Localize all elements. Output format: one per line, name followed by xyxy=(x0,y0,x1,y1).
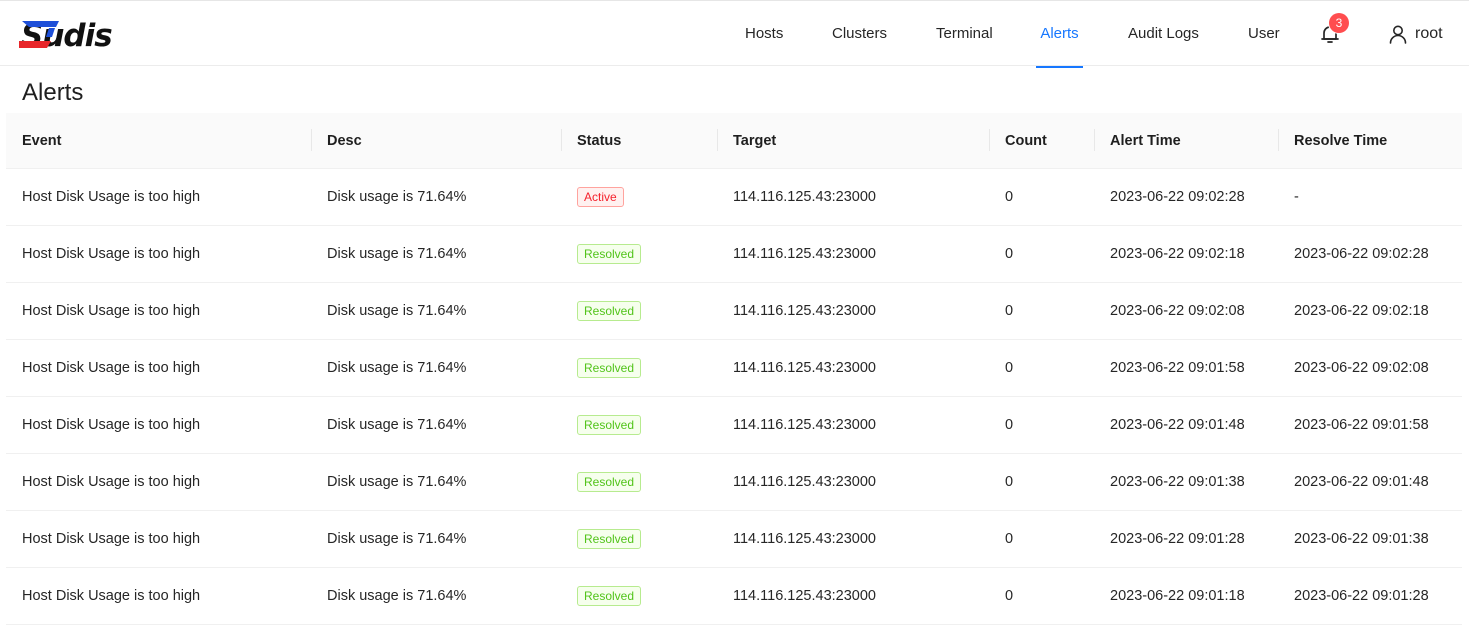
count-cell: 0 xyxy=(989,510,1094,568)
desc-cell: Disk usage is 71.64% xyxy=(311,396,561,454)
resolve-time-cell: 2023-06-22 09:02:08 xyxy=(1278,339,1462,397)
resolve-time-cell: 2023-06-22 09:01:58 xyxy=(1278,396,1462,454)
desc-cell: Disk usage is 71.64% xyxy=(311,453,561,511)
alert-time-cell: 2023-06-22 09:01:38 xyxy=(1094,453,1278,511)
event-cell: Host Disk Usage is too high xyxy=(6,510,311,568)
nav-clusters[interactable]: Clusters xyxy=(832,1,887,67)
status-badge: Resolved xyxy=(577,472,642,492)
table-row[interactable]: Host Disk Usage is too high Disk usage is… xyxy=(6,282,1462,340)
event-cell: Host Disk Usage is too high xyxy=(6,225,311,283)
resolve-time-cell: 2023-06-22 09:02:18 xyxy=(1278,282,1462,340)
status-badge: Resolved xyxy=(577,529,642,549)
column-header-alert-time[interactable]: Alert Time xyxy=(1094,113,1278,169)
status-badge: Resolved xyxy=(577,415,642,435)
table-row[interactable]: Host Disk Usage is too high Disk usage is… xyxy=(6,453,1462,511)
nav-alerts[interactable]: Alerts xyxy=(1036,1,1083,68)
desc-cell: Disk usage is 71.64% xyxy=(311,567,561,625)
nav-audit-logs[interactable]: Audit Logs xyxy=(1128,1,1199,67)
alerts-table-body: Host Disk Usage is too high Disk usage is… xyxy=(6,168,1462,625)
resolve-time-cell: 2023-06-22 09:01:48 xyxy=(1278,453,1462,511)
count-cell: 0 xyxy=(989,339,1094,397)
column-header-resolve-time[interactable]: Resolve Time xyxy=(1278,113,1462,169)
status-badge: Resolved xyxy=(577,244,642,264)
desc-cell: Disk usage is 71.64% xyxy=(311,225,561,283)
count-cell: 0 xyxy=(989,282,1094,340)
event-cell: Host Disk Usage is too high xyxy=(6,453,311,511)
event-cell: Host Disk Usage is too high xyxy=(6,567,311,625)
table-header-row: Event Desc Status Target Count Alert Tim… xyxy=(6,113,1462,169)
status-badge: Resolved xyxy=(577,301,642,321)
status-badge: Resolved xyxy=(577,586,642,606)
status-cell: Resolved xyxy=(561,396,717,454)
alert-time-cell: 2023-06-22 09:02:08 xyxy=(1094,282,1278,340)
target-cell: 114.116.125.43:23000 xyxy=(717,168,989,226)
event-cell: Host Disk Usage is too high xyxy=(6,282,311,340)
column-header-desc[interactable]: Desc xyxy=(311,113,561,169)
resolve-time-cell: - xyxy=(1278,168,1462,226)
status-badge: Active xyxy=(577,187,624,207)
status-cell: Resolved xyxy=(561,510,717,568)
event-cell: Host Disk Usage is too high xyxy=(6,396,311,454)
target-cell: 114.116.125.43:23000 xyxy=(717,453,989,511)
page-title: Alerts xyxy=(22,79,84,106)
alert-time-cell: 2023-06-22 09:01:48 xyxy=(1094,396,1278,454)
status-badge: Resolved xyxy=(577,358,642,378)
user-name: root xyxy=(1415,25,1443,42)
alert-time-cell: 2023-06-22 09:02:18 xyxy=(1094,225,1278,283)
table-row[interactable]: Host Disk Usage is too high Disk usage is… xyxy=(6,339,1462,397)
count-cell: 0 xyxy=(989,396,1094,454)
resolve-time-cell: 2023-06-22 09:02:28 xyxy=(1278,225,1462,283)
status-cell: Resolved xyxy=(561,225,717,283)
column-header-target[interactable]: Target xyxy=(717,113,989,169)
count-cell: 0 xyxy=(989,567,1094,625)
target-cell: 114.116.125.43:23000 xyxy=(717,510,989,568)
nav-terminal[interactable]: Terminal xyxy=(936,1,993,67)
desc-cell: Disk usage is 71.64% xyxy=(311,510,561,568)
count-cell: 0 xyxy=(989,225,1094,283)
target-cell: 114.116.125.43:23000 xyxy=(717,282,989,340)
alert-time-cell: 2023-06-22 09:01:58 xyxy=(1094,339,1278,397)
desc-cell: Disk usage is 71.64% xyxy=(311,168,561,226)
table-row[interactable]: Host Disk Usage is too high Disk usage is… xyxy=(6,396,1462,454)
notification-badge: 3 xyxy=(1329,13,1349,33)
count-cell: 0 xyxy=(989,168,1094,226)
alert-time-cell: 2023-06-22 09:01:18 xyxy=(1094,567,1278,625)
target-cell: 114.116.125.43:23000 xyxy=(717,567,989,625)
alert-time-cell: 2023-06-22 09:01:28 xyxy=(1094,510,1278,568)
table-row[interactable]: Host Disk Usage is too high Disk usage is… xyxy=(6,510,1462,568)
status-cell: Active xyxy=(561,168,717,226)
alert-time-cell: 2023-06-22 09:02:28 xyxy=(1094,168,1278,226)
resolve-time-cell: 2023-06-22 09:01:28 xyxy=(1278,567,1462,625)
nav-hosts[interactable]: Hosts xyxy=(745,1,783,67)
status-cell: Resolved xyxy=(561,339,717,397)
event-cell: Host Disk Usage is too high xyxy=(6,168,311,226)
main-nav: Hosts Clusters Terminal Alerts Audit Log… xyxy=(0,1,1469,68)
alerts-table: Event Desc Status Target Count Alert Tim… xyxy=(6,113,1462,625)
column-header-event[interactable]: Event xyxy=(6,113,311,169)
status-cell: Resolved xyxy=(561,453,717,511)
event-cell: Host Disk Usage is too high xyxy=(6,339,311,397)
target-cell: 114.116.125.43:23000 xyxy=(717,225,989,283)
status-cell: Resolved xyxy=(561,567,717,625)
user-icon xyxy=(1389,25,1407,44)
desc-cell: Disk usage is 71.64% xyxy=(311,282,561,340)
target-cell: 114.116.125.43:23000 xyxy=(717,396,989,454)
top-navigation-bar: Sudis Hosts Clusters Terminal Alerts Aud… xyxy=(0,0,1469,68)
count-cell: 0 xyxy=(989,453,1094,511)
resolve-time-cell: 2023-06-22 09:01:38 xyxy=(1278,510,1462,568)
column-header-status[interactable]: Status xyxy=(561,113,717,169)
desc-cell: Disk usage is 71.64% xyxy=(311,339,561,397)
table-row[interactable]: Host Disk Usage is too high Disk usage is… xyxy=(6,567,1462,625)
table-row[interactable]: Host Disk Usage is too high Disk usage is… xyxy=(6,225,1462,283)
nav-user[interactable]: User xyxy=(1248,1,1280,67)
table-row[interactable]: Host Disk Usage is too high Disk usage is… xyxy=(6,168,1462,226)
status-cell: Resolved xyxy=(561,282,717,340)
target-cell: 114.116.125.43:23000 xyxy=(717,339,989,397)
column-header-count[interactable]: Count xyxy=(989,113,1094,169)
